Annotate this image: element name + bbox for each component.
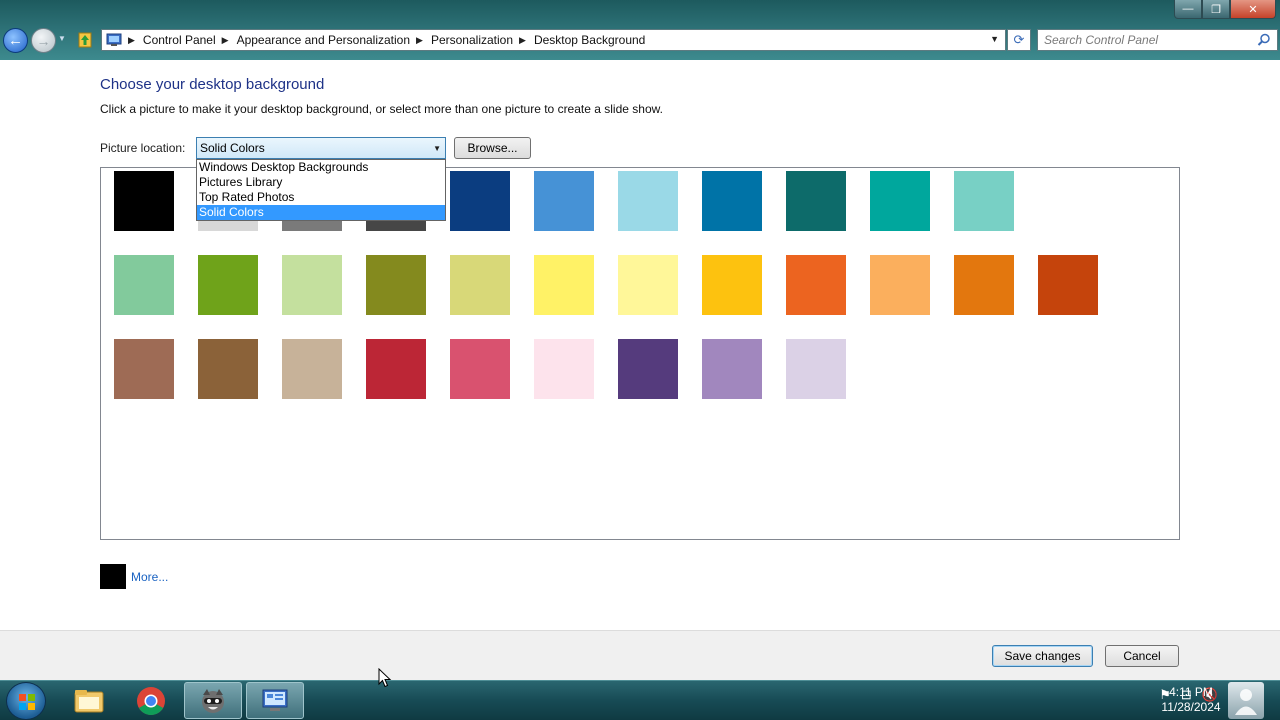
breadcrumb-desktop-background[interactable]: Desktop Background: [534, 33, 645, 47]
clock-time: 4:11 PM: [1169, 685, 1213, 699]
chevron-down-icon[interactable]: ▼: [433, 144, 441, 153]
color-swatch[interactable]: [1038, 255, 1098, 315]
dropdown-option-solid-colors[interactable]: Solid Colors: [197, 205, 445, 220]
search-icon[interactable]: [1257, 33, 1271, 47]
raccoon-icon: [202, 688, 224, 713]
color-swatch[interactable]: [366, 339, 426, 399]
chevron-down-icon[interactable]: ▼: [990, 34, 999, 44]
cancel-button[interactable]: Cancel: [1105, 645, 1179, 667]
color-swatch[interactable]: [702, 255, 762, 315]
color-swatch[interactable]: [870, 255, 930, 315]
folder-icon: [74, 689, 104, 712]
refresh-icon: ⟳: [1013, 32, 1025, 47]
color-swatch[interactable]: [954, 255, 1014, 315]
mouse-cursor-icon: [378, 668, 392, 688]
color-swatch[interactable]: [366, 255, 426, 315]
refresh-button[interactable]: ⟳: [1007, 29, 1031, 51]
search-input[interactable]: [1044, 30, 1254, 50]
footer-bar: Save changes Cancel: [0, 630, 1280, 680]
address-bar[interactable]: ▶ Control Panel ▶ Appearance and Persona…: [101, 29, 1006, 51]
control-panel-icon: [106, 33, 122, 46]
breadcrumb-separator-icon[interactable]: ▶: [222, 35, 229, 46]
window-controls: — ❐ ✕: [1174, 0, 1276, 20]
page-title: Choose your desktop background: [100, 76, 325, 93]
dropdown-option-top-rated-photos[interactable]: Top Rated Photos: [197, 190, 445, 205]
picture-location-dropdown: Windows Desktop Backgrounds Pictures Lib…: [196, 159, 446, 221]
color-swatch[interactable]: [198, 339, 258, 399]
color-swatch[interactable]: [282, 255, 342, 315]
color-swatch[interactable]: [534, 171, 594, 231]
color-swatch[interactable]: [618, 339, 678, 399]
taskbar-chrome[interactable]: [122, 682, 180, 719]
color-swatch[interactable]: [282, 339, 342, 399]
color-swatch[interactable]: [786, 255, 846, 315]
breadcrumb-appearance-personalization[interactable]: Appearance and Personalization: [237, 33, 410, 47]
color-swatch[interactable]: [450, 339, 510, 399]
dropdown-option-windows-desktop-backgrounds[interactable]: Windows Desktop Backgrounds: [197, 160, 445, 175]
picture-location-label: Picture location:: [100, 141, 186, 155]
breadcrumb-separator-icon[interactable]: ▶: [416, 35, 423, 46]
arrow-right-icon: →: [36, 32, 51, 49]
color-swatch[interactable]: [702, 339, 762, 399]
taskbar-explorer[interactable]: [60, 682, 118, 719]
dropdown-option-pictures-library[interactable]: Pictures Library: [197, 175, 445, 190]
save-changes-button[interactable]: Save changes: [992, 645, 1093, 667]
color-swatch[interactable]: [786, 339, 846, 399]
control-panel-icon: [262, 689, 288, 711]
browse-button[interactable]: Browse...: [454, 137, 531, 159]
breadcrumb-control-panel[interactable]: Control Panel: [143, 33, 216, 47]
start-button[interactable]: [6, 682, 46, 720]
picture-location-value: Solid Colors: [200, 141, 265, 155]
chrome-icon: [137, 686, 165, 715]
color-swatch[interactable]: [870, 171, 930, 231]
breadcrumb-personalization[interactable]: Personalization: [431, 33, 513, 47]
minimize-button[interactable]: —: [1174, 0, 1202, 19]
maximize-button[interactable]: ❐: [1202, 0, 1230, 19]
taskbar-raccoon-app[interactable]: [184, 682, 242, 719]
user-avatar-show-desktop[interactable]: [1228, 682, 1264, 719]
instructions-text: Click a picture to make it your desktop …: [100, 102, 663, 116]
taskbar: ⚑ ⊡ 🔇 4:11 PM 11/28/2024: [0, 680, 1280, 720]
search-box[interactable]: [1037, 29, 1278, 51]
recent-pages-dropdown[interactable]: ▼: [58, 34, 66, 43]
color-swatch[interactable]: [702, 171, 762, 231]
current-color-swatch: [100, 564, 126, 589]
window-titlebar: — ❐ ✕ ← → ▼ ▶ Control Panel ▶ Appearance…: [0, 0, 1280, 60]
more-colors-link[interactable]: More...: [131, 570, 168, 584]
color-swatch[interactable]: [114, 255, 174, 315]
color-swatch[interactable]: [786, 171, 846, 231]
picture-location-select[interactable]: Solid Colors ▼: [196, 137, 446, 159]
breadcrumb-separator-icon[interactable]: ▶: [128, 35, 135, 46]
taskbar-clock[interactable]: 4:11 PM 11/28/2024: [1160, 685, 1222, 715]
color-swatch[interactable]: [450, 255, 510, 315]
color-swatch[interactable]: [198, 255, 258, 315]
color-swatch[interactable]: [618, 171, 678, 231]
main-content: Choose your desktop background Click a p…: [0, 60, 1280, 630]
user-icon: [1235, 689, 1257, 715]
close-button[interactable]: ✕: [1230, 0, 1276, 19]
color-swatch[interactable]: [618, 255, 678, 315]
arrow-left-icon: ←: [8, 32, 23, 49]
windows-logo-icon: [19, 694, 35, 710]
back-button[interactable]: ←: [3, 28, 28, 53]
color-swatch[interactable]: [534, 255, 594, 315]
control-panel-up-icon[interactable]: [76, 31, 94, 49]
color-swatch[interactable]: [114, 171, 174, 231]
clock-date: 11/28/2024: [1161, 700, 1221, 714]
breadcrumb-separator-icon[interactable]: ▶: [519, 35, 526, 46]
color-swatch[interactable]: [534, 339, 594, 399]
taskbar-control-panel[interactable]: [246, 682, 304, 719]
color-swatch[interactable]: [450, 171, 510, 231]
color-swatch[interactable]: [954, 171, 1014, 231]
color-swatch[interactable]: [114, 339, 174, 399]
color-swatch-grid: [100, 167, 1180, 540]
forward-button[interactable]: →: [31, 28, 56, 53]
